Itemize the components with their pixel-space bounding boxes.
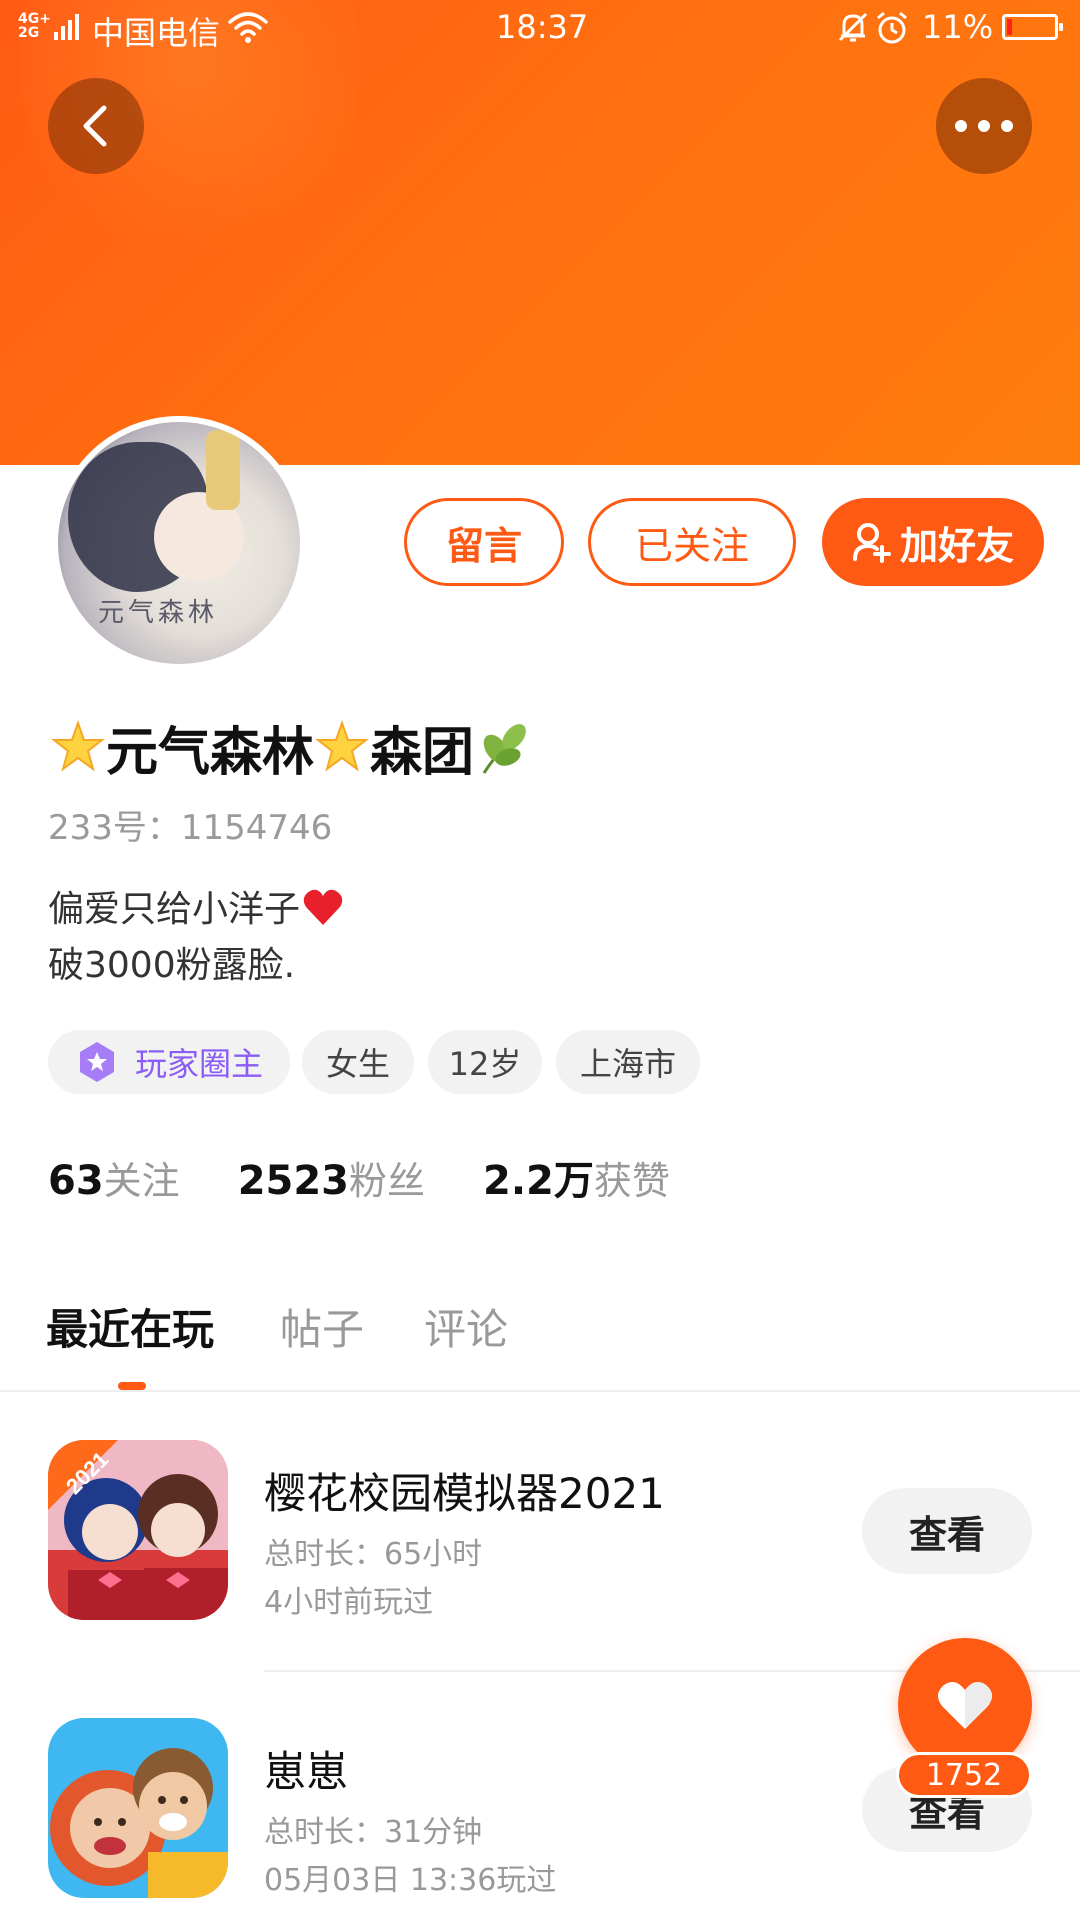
following-stat[interactable]: 63 关注 — [48, 1150, 180, 1205]
back-arrow-icon — [83, 105, 107, 147]
tab-recently-played[interactable]: 最近在玩 — [46, 1296, 214, 1357]
profile-banner — [0, 0, 1080, 465]
game-duration: 总时长：31分钟 — [264, 1815, 483, 1850]
likes-stat: 2.2万 获赞 — [483, 1148, 670, 1206]
sakura-game-art-icon: 2021 — [48, 1440, 228, 1620]
star-emoji-icon — [51, 719, 105, 772]
following-count: 63 — [48, 1158, 104, 1204]
tab-indicator — [118, 1382, 146, 1390]
avatar-tassel — [206, 430, 240, 510]
game-info: 樱花校园模拟器2021 总时长：65小时 4小时前玩过 — [264, 1460, 665, 1627]
game-last-played: 4小时前玩过 — [264, 1585, 434, 1620]
tab-comments[interactable]: 评论 — [424, 1296, 508, 1357]
avatar-image: 元气森林 — [58, 422, 300, 664]
following-button[interactable]: 已关注 — [588, 498, 796, 586]
network-type-indicator: 4G+ 2G — [18, 11, 51, 41]
likes-label: 获赞 — [593, 1159, 670, 1203]
following-label: 关注 — [103, 1159, 180, 1203]
age-tag: 12岁 — [428, 1030, 542, 1094]
battery-icon — [1002, 14, 1063, 40]
game-title: 崽崽 — [264, 1747, 349, 1796]
user-id: 233号：1154746 — [48, 808, 333, 848]
profile-name-text: 元气森林 — [106, 723, 315, 783]
more-dots-icon — [955, 120, 1013, 132]
game-icon-sakura: 2021 — [48, 1440, 228, 1620]
avatar-caption: 元气森林 — [98, 598, 219, 628]
battery-percent: 11% — [922, 8, 994, 46]
battery-level — [1007, 19, 1012, 35]
clock: 18:37 — [496, 8, 589, 46]
profile-stats: 63 关注 2523 粉丝 2.2万 获赞 — [48, 1148, 728, 1204]
gender-tag: 女生 — [302, 1030, 414, 1094]
silent-bell-icon — [838, 12, 868, 42]
view-button[interactable]: 查看 — [862, 1488, 1032, 1574]
game-last-played: 05月03日 13:36玩过 — [264, 1863, 557, 1898]
game-info: 崽崽 总时长：31分钟 05月03日 13:36玩过 — [264, 1738, 556, 1905]
game-duration: 总时长：65小时 — [264, 1537, 483, 1572]
add-friend-label: 加好友 — [899, 523, 1014, 568]
heart-emoji-icon — [303, 889, 343, 925]
list-item[interactable]: 2021 樱花校园模拟器2021 总时长：65小时 4小时前玩过 查看 — [0, 1440, 1080, 1640]
add-friend-button[interactable]: 加好友 — [822, 498, 1044, 586]
city-tag: 上海市 — [556, 1030, 700, 1094]
game-icon-zaizai — [48, 1718, 228, 1898]
message-button[interactable]: 留言 — [404, 498, 564, 586]
leaf-emoji-icon — [482, 723, 526, 774]
bio: 偏爱只给小洋子 破3000粉露脸. — [48, 882, 344, 994]
fans-label: 粉丝 — [349, 1159, 426, 1203]
heart-like-icon — [937, 1681, 993, 1729]
signal-bars-icon — [54, 12, 80, 40]
game-title: 樱花校园模拟器2021 — [264, 1469, 665, 1518]
zaizai-game-art-icon — [48, 1718, 228, 1898]
status-bar: 4G+ 2G 中国电信 18:37 11% — [0, 0, 1080, 56]
profile-tabs: 最近在玩 帖子 评论 — [0, 1280, 1080, 1392]
profile-team-text: 森团 — [370, 723, 475, 783]
like-count-badge: 1752 — [896, 1752, 1032, 1798]
star-badge-icon — [79, 1042, 114, 1082]
back-button[interactable] — [48, 78, 144, 174]
circle-host-label: 玩家圈主 — [134, 1045, 263, 1083]
bio-line-2: 破3000粉露脸. — [48, 945, 296, 986]
tab-posts[interactable]: 帖子 — [280, 1296, 364, 1357]
bio-line-1: 偏爱只给小洋子 — [48, 889, 301, 930]
alarm-icon — [877, 11, 907, 44]
wifi-icon — [228, 12, 268, 43]
profile-name: 元气森林 森团 — [50, 710, 536, 785]
add-user-icon — [852, 523, 891, 563]
more-options-button[interactable] — [936, 78, 1032, 174]
avatar[interactable]: 元气森林 — [52, 416, 306, 670]
fans-count: 2523 — [237, 1158, 350, 1204]
likes-count: 2.2万 — [483, 1158, 594, 1204]
carrier-name: 中国电信 — [92, 14, 221, 52]
circle-host-tag[interactable]: 玩家圈主 — [48, 1030, 290, 1094]
fans-stat[interactable]: 2523 粉丝 — [238, 1150, 425, 1205]
star-emoji-icon — [315, 719, 369, 772]
